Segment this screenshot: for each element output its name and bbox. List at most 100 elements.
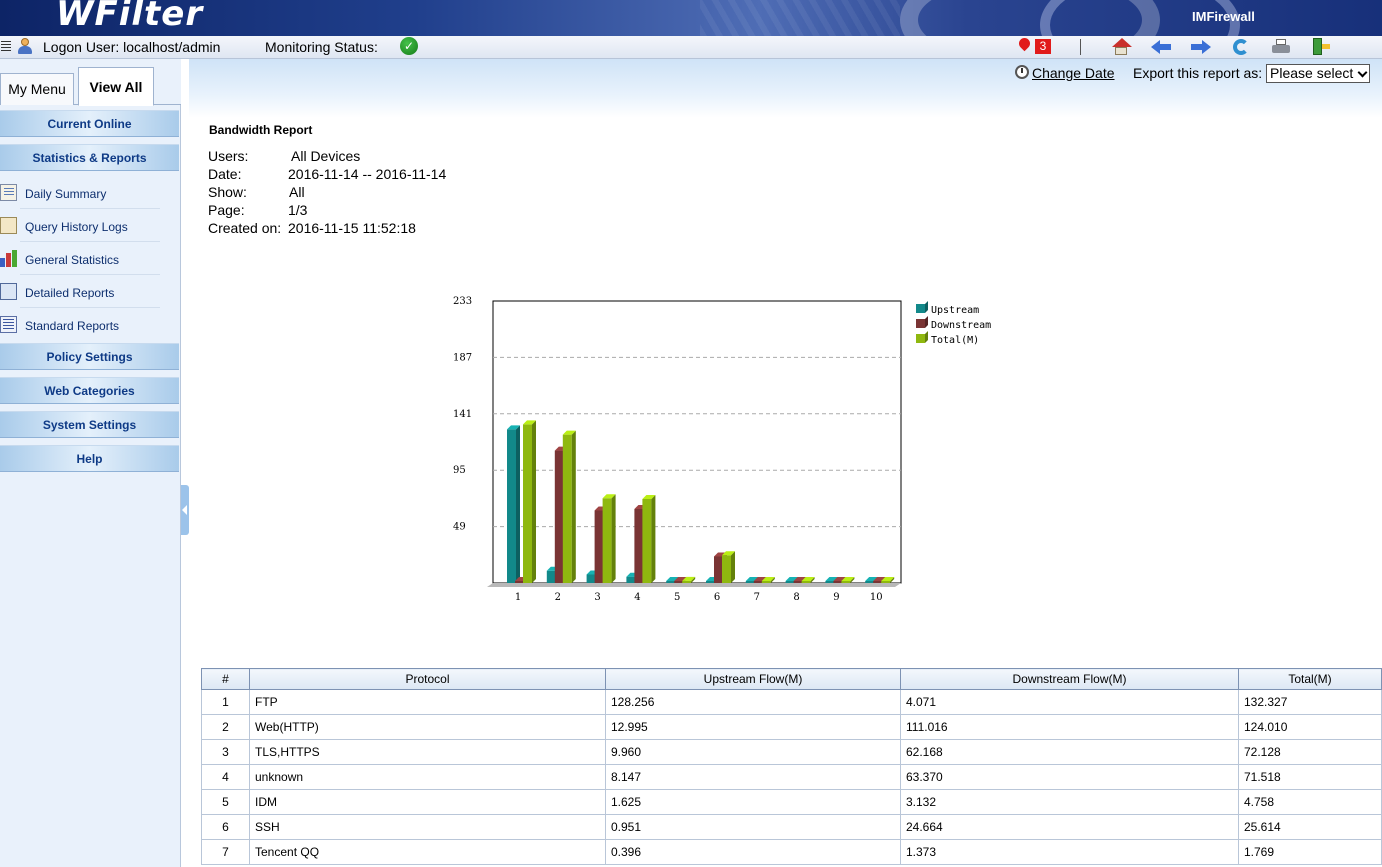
x-tick-label: 9 [833, 592, 839, 603]
cell-upstream: 1.625 [605, 789, 901, 815]
y-tick-label: 187 [453, 352, 472, 363]
info-key: Created on: [208, 220, 282, 236]
sidebar-item-general-statistics[interactable]: General Statistics [0, 242, 160, 275]
cell-total: 72.128 [1238, 739, 1382, 765]
cell-upstream: 8.147 [605, 764, 901, 790]
y-tick-label: 233 [453, 296, 472, 307]
export-format-select[interactable]: Please select [1266, 64, 1370, 83]
cell-upstream: 0.396 [605, 839, 901, 865]
cell-downstream: 1.373 [900, 839, 1239, 865]
print-icon[interactable] [1271, 38, 1291, 56]
bar-total-m--4 [642, 494, 656, 583]
cell-protocol: Tencent QQ [249, 839, 606, 865]
legend-swatch-side [925, 316, 928, 328]
category-web-categories[interactable]: Web Categories [0, 377, 179, 404]
cell-downstream: 24.664 [900, 814, 1239, 840]
info-value: 2016-11-15 11:52:18 [288, 220, 416, 236]
cell-protocol: SSH [249, 814, 606, 840]
detailed-report-icon [0, 283, 17, 300]
forward-arrow-icon[interactable] [1191, 38, 1211, 56]
cell-protocol: FTP [249, 689, 606, 715]
back-arrow-icon[interactable] [1151, 38, 1171, 56]
table-row[interactable]: 1 FTP 128.256 4.071 132.327 [201, 689, 1382, 715]
info-value: All [289, 184, 305, 200]
menu-icon[interactable] [1, 41, 11, 53]
legend-entry: Upstream [931, 305, 979, 316]
app-logo: WFilter [56, 0, 204, 34]
x-tick-label: 5 [674, 592, 680, 603]
info-key: Date: [208, 166, 242, 182]
legend-swatch-side [925, 301, 928, 313]
plot-frame [492, 300, 902, 584]
cell-upstream: 9.960 [605, 739, 901, 765]
table-row[interactable]: 2 Web(HTTP) 12.995 111.016 124.010 [201, 714, 1382, 740]
category-policy-settings[interactable]: Policy Settings [0, 343, 179, 370]
change-date-link[interactable]: Change Date [1032, 65, 1115, 81]
user-icon [17, 38, 33, 54]
cell-index: 6 [201, 814, 250, 840]
category-current-online[interactable]: Current Online [0, 110, 179, 137]
sidebar: My Menu View All Current Online Statisti… [0, 59, 181, 867]
table-row[interactable]: 6 SSH 0.951 24.664 25.614 [201, 814, 1382, 840]
legend-swatch-side [925, 331, 928, 343]
cell-upstream: 128.256 [605, 689, 901, 715]
legend-entry: Total(M) [931, 335, 979, 346]
info-key: Show: [208, 184, 247, 200]
cell-downstream: 111.016 [900, 714, 1239, 740]
cell-protocol: TLS,HTTPS [249, 739, 606, 765]
chevron-down-icon [1357, 67, 1368, 78]
category-help[interactable]: Help [0, 445, 179, 472]
cell-index: 1 [201, 689, 250, 715]
y-tick-label: 95 [453, 465, 466, 476]
sidebar-item-daily-summary[interactable]: Daily Summary [0, 176, 160, 209]
alert-pin-icon[interactable] [1016, 35, 1033, 54]
bar-total-m--2 [562, 430, 576, 583]
table-header-row: # Protocol Upstream Flow(M) Downstream F… [201, 668, 1382, 690]
logout-icon[interactable] [1311, 38, 1331, 56]
sidebar-item-label: General Statistics [25, 253, 120, 267]
info-value: 2016-11-14 -- 2016-11-14 [288, 166, 447, 182]
y-tick-label: 141 [453, 409, 472, 420]
table-row[interactable]: 4 unknown 8.147 63.370 71.518 [201, 764, 1382, 790]
sidebar-item-detailed-reports[interactable]: Detailed Reports [0, 275, 160, 308]
alert-count-badge[interactable]: 3 [1035, 39, 1051, 54]
category-system-settings[interactable]: System Settings [0, 411, 179, 438]
refresh-icon[interactable] [1231, 38, 1251, 56]
x-tick-label: 7 [754, 592, 760, 603]
bar-total-m--3 [602, 494, 616, 583]
column-header-protocol[interactable]: Protocol [249, 668, 606, 690]
bar-upstream-1 [507, 425, 520, 583]
x-tick-label: 1 [515, 592, 521, 603]
standard-report-icon [0, 316, 17, 333]
header-banner: WFilter IMFirewall [0, 0, 1382, 36]
category-statistics-reports[interactable]: Statistics & Reports [0, 144, 179, 171]
table-row[interactable]: 5 IDM 1.625 3.132 4.758 [201, 789, 1382, 815]
sidebar-item-query-history[interactable]: Query History Logs [0, 209, 160, 242]
cell-protocol: Web(HTTP) [249, 714, 606, 740]
sidebar-collapse-handle[interactable] [181, 485, 189, 535]
legend-entry: Downstream [931, 320, 991, 331]
column-header-downstream[interactable]: Downstream Flow(M) [900, 668, 1239, 690]
tab-view-all[interactable]: View All [78, 67, 154, 106]
cell-upstream: 0.951 [605, 814, 901, 840]
chart-floor [487, 583, 901, 587]
cell-total: 25.614 [1238, 814, 1382, 840]
home-icon[interactable] [1111, 38, 1132, 56]
column-header-upstream[interactable]: Upstream Flow(M) [605, 668, 901, 690]
cell-total: 1.769 [1238, 839, 1382, 865]
info-key: Users: [208, 148, 249, 164]
monitoring-status-label: Monitoring Status: [265, 39, 378, 55]
tab-my-menu[interactable]: My Menu [0, 73, 74, 105]
info-value: 1/3 [288, 202, 308, 218]
legend-swatch [916, 304, 925, 313]
sidebar-item-standard-reports[interactable]: Standard Reports [0, 308, 160, 341]
cell-protocol: unknown [249, 764, 606, 790]
table-row[interactable]: 3 TLS,HTTPS 9.960 62.168 72.128 [201, 739, 1382, 765]
cell-protocol: IDM [249, 789, 606, 815]
column-header-total[interactable]: Total(M) [1238, 668, 1382, 690]
cell-index: 3 [201, 739, 250, 765]
stopwatch-icon [1015, 65, 1029, 79]
x-tick-label: 2 [555, 592, 561, 603]
column-header-index[interactable]: # [201, 668, 250, 690]
table-row[interactable]: 7 Tencent QQ 0.396 1.373 1.769 [201, 839, 1382, 865]
